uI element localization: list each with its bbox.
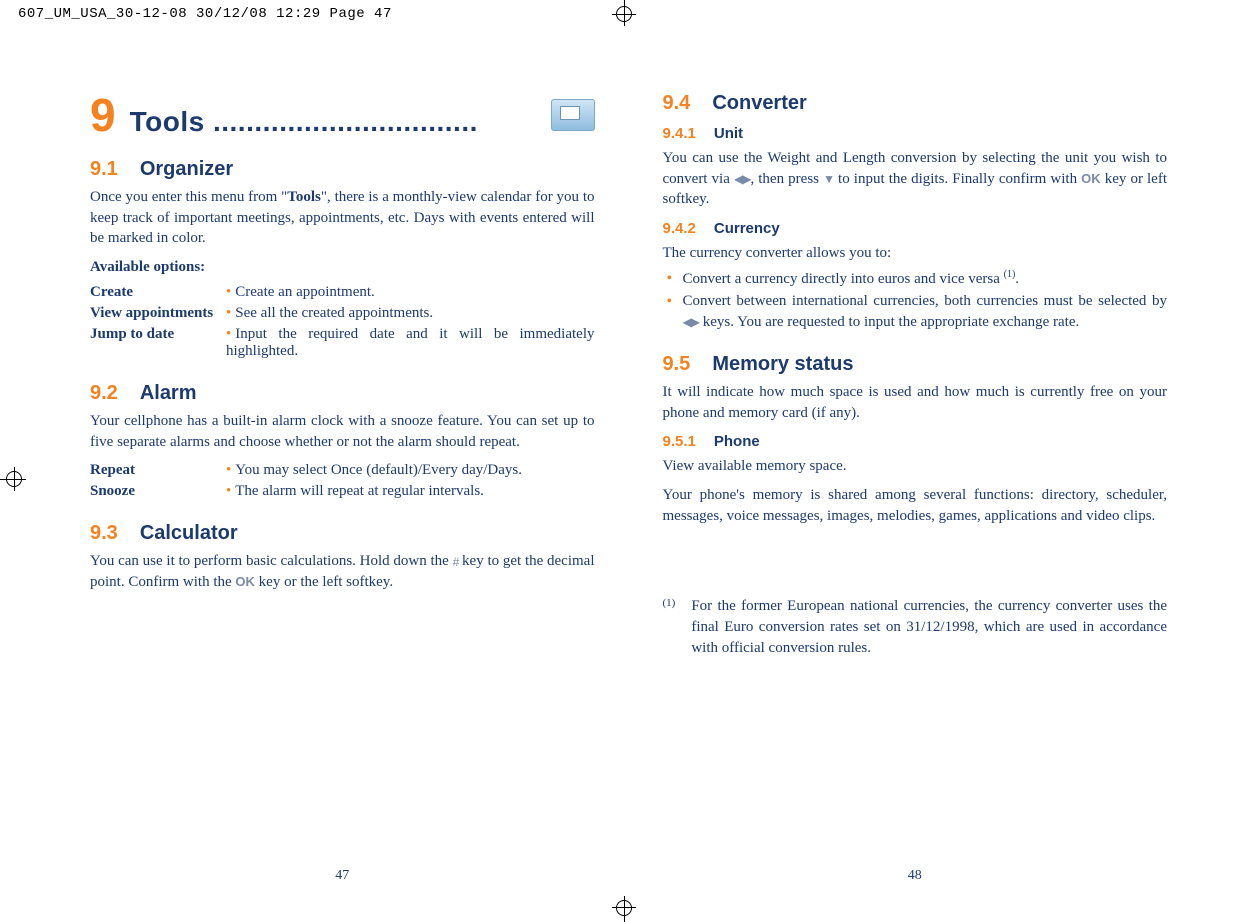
list-item: Convert between international currencies… — [663, 291, 1168, 332]
ok-key-icon: OK — [235, 574, 255, 589]
footnote-text: For the former European national currenc… — [691, 596, 1167, 658]
available-options-label: Available options: — [90, 259, 595, 276]
print-meta-header: 607_UM_USA_30-12-08 30/12/08 12:29 Page … — [18, 6, 392, 22]
crop-mark-bottom — [604, 886, 644, 922]
chapter-title: Tools ................................ — [130, 106, 543, 138]
footnote-ref: (1) — [1004, 269, 1016, 280]
unit-para: You can use the Weight and Length conver… — [663, 148, 1168, 210]
section-9-3-heading: 9.3Calculator — [90, 522, 595, 545]
phone-mem-p1: View available memory space. — [663, 456, 1168, 477]
phone-mem-p2: Your phone's memory is shared among seve… — [663, 485, 1168, 526]
opt-term: Snooze — [90, 481, 226, 502]
footnote-marker: (1) — [663, 596, 676, 658]
opt-desc: •Input the required date and it will be … — [226, 324, 595, 362]
opt-term: Repeat — [90, 460, 226, 481]
section-9-4-2-heading: 9.4.2Currency — [663, 220, 1168, 237]
section-9-5-heading: 9.5Memory status — [663, 353, 1168, 376]
crop-mark-top — [604, 0, 644, 36]
page-right: 9.4Converter 9.4.1Unit You can use the W… — [663, 92, 1168, 852]
footnote: (1) For the former European national cur… — [663, 596, 1168, 658]
section-9-5-1-heading: 9.5.1Phone — [663, 433, 1168, 450]
currency-list: Convert a currency directly into euros a… — [663, 268, 1168, 333]
section-9-1-heading: 9.1Organizer — [90, 158, 595, 181]
calculator-para: You can use it to perform basic calculat… — [90, 551, 595, 592]
opt-term: Create — [90, 282, 226, 303]
memory-status-para: It will indicate how much space is used … — [663, 382, 1168, 423]
currency-lead: The currency converter allows you to: — [663, 243, 1168, 264]
list-item: Convert a currency directly into euros a… — [663, 268, 1168, 290]
opt-term: View appointments — [90, 303, 226, 324]
crop-mark-left — [0, 459, 36, 499]
chapter-number: 9 — [90, 92, 116, 138]
page-left: 9 Tools ................................… — [90, 92, 595, 852]
alarm-intro: Your cellphone has a built-in alarm cloc… — [90, 411, 595, 452]
section-9-4-1-heading: 9.4.1Unit — [663, 125, 1168, 142]
opt-desc: •See all the created appointments. — [226, 303, 595, 324]
opt-desc: •Create an appointment. — [226, 282, 595, 303]
left-right-key-icon: ◀▶ — [734, 171, 750, 188]
tools-icon — [551, 99, 595, 131]
page-number-left: 47 — [335, 868, 349, 884]
section-9-2-heading: 9.2Alarm — [90, 382, 595, 405]
organizer-options: Create •Create an appointment. View appo… — [90, 282, 595, 362]
down-key-icon: ▼ — [823, 171, 834, 188]
page-number-right: 48 — [908, 868, 922, 884]
opt-desc: •You may select Once (default)/Every day… — [226, 460, 595, 481]
opt-desc: •The alarm will repeat at regular interv… — [226, 481, 595, 502]
ok-key-icon: OK — [1081, 171, 1101, 186]
section-9-4-heading: 9.4Converter — [663, 92, 1168, 115]
opt-term: Jump to date — [90, 324, 226, 362]
organizer-intro: Once you enter this menu from "Tools", t… — [90, 187, 595, 249]
alarm-options: Repeat •You may select Once (default)/Ev… — [90, 460, 595, 502]
left-right-key-icon: ◀▶ — [683, 314, 699, 331]
